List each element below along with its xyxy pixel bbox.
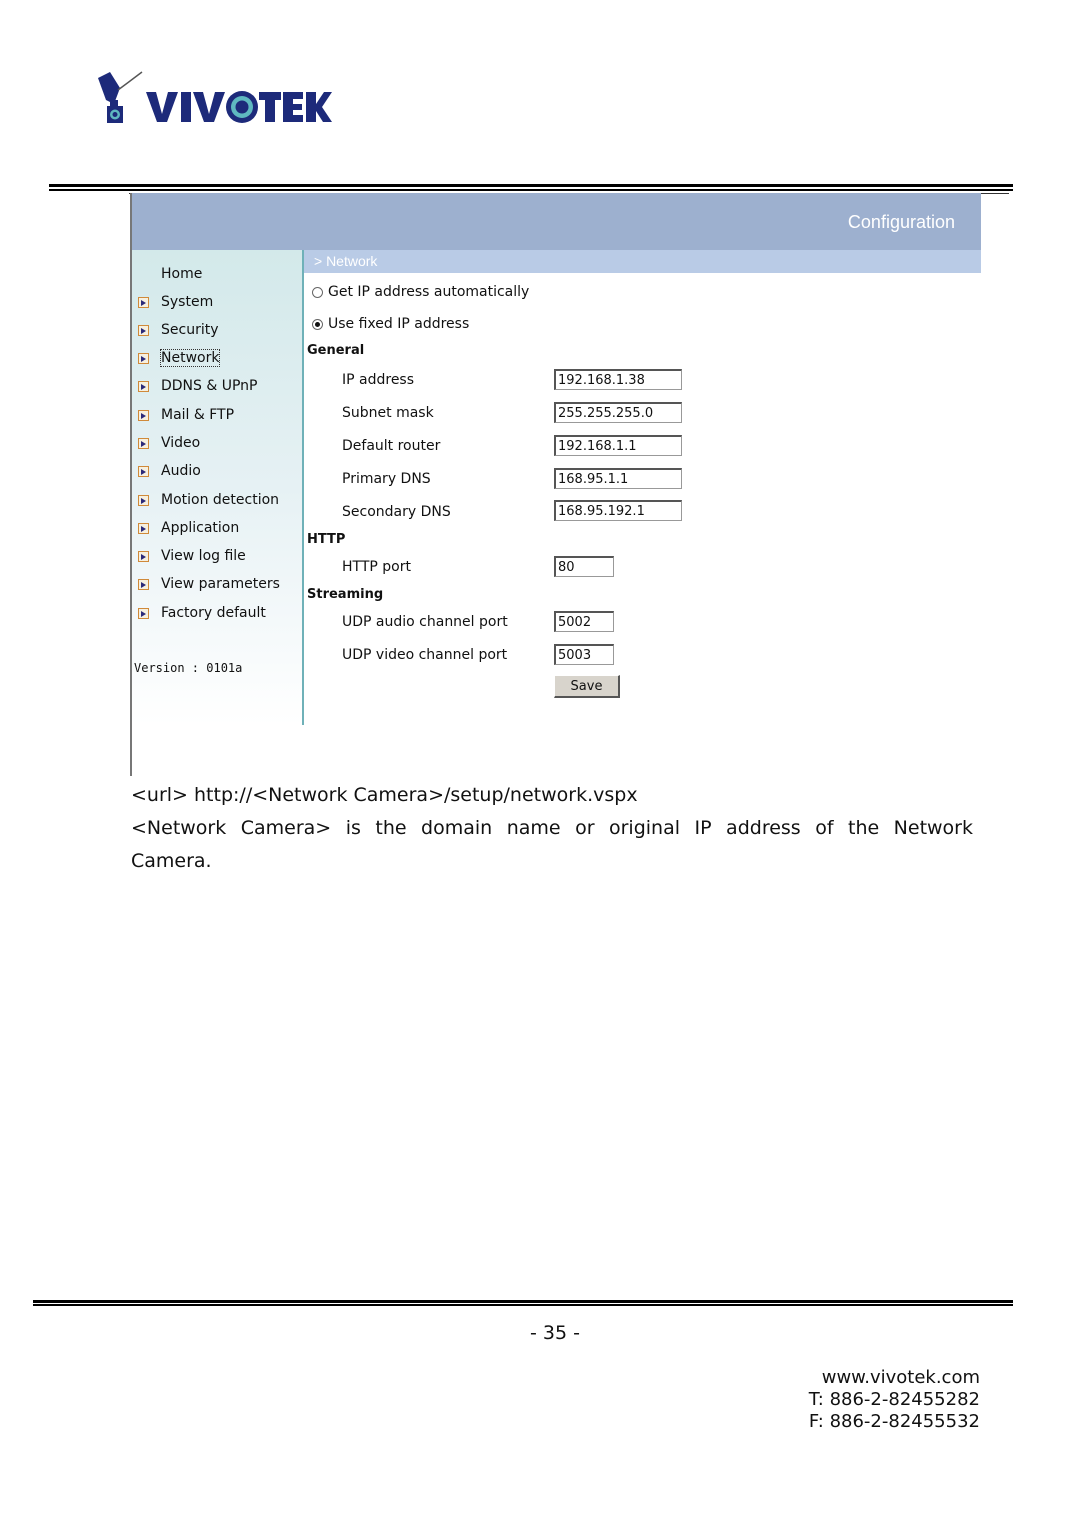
sidebar-item-video[interactable]: Video [138,432,200,454]
footer-rule [33,1300,1013,1306]
default-router-input[interactable] [554,435,682,456]
sidebar-item-label: System [161,294,214,310]
sidebar-item-factory-default[interactable]: Factory default [138,602,266,624]
default-router-label: Default router [342,438,441,454]
sidebar-item-label: Factory default [161,605,266,621]
sidebar-item-system[interactable]: System [138,291,213,313]
udp-audio-port-label: UDP audio channel port [342,614,508,630]
udp-video-port-label: UDP video channel port [342,647,508,663]
sidebar-divider [302,250,304,725]
sidebar-item-label: Video [161,435,201,451]
sidebar-item-label: Audio [161,463,201,479]
section-general: General [307,343,365,358]
arrow-right-icon [138,324,149,336]
udp-audio-port-input[interactable] [554,611,614,632]
sidebar-item-label: Network [159,349,221,367]
radio-label: Use fixed IP address [328,316,470,332]
section-streaming: Streaming [307,587,384,602]
sidebar-item-home[interactable]: Home [138,263,202,285]
sidebar-item-label: Home [161,266,203,282]
description-line-2: Camera. [131,850,212,872]
description-line-1: <Network Camera> is the domain name or o… [131,817,973,839]
arrow-right-icon [138,409,149,421]
subnet-mask-input[interactable] [554,402,682,423]
http-port-input[interactable] [554,556,614,577]
sidebar-item-label: DDNS & UPnP [161,378,258,394]
arrow-right-icon [138,607,149,619]
config-title: Configuration [847,212,955,232]
sidebar-item-label: Mail & FTP [161,407,235,423]
radio-checked-icon[interactable] [312,318,323,330]
vivotek-logo [96,70,332,128]
secondary-dns-label: Secondary DNS [342,504,451,520]
ip-address-input[interactable] [554,369,682,390]
radio-use-fixed-ip[interactable]: Use fixed IP address [312,316,469,332]
sidebar-item-security[interactable]: Security [138,319,219,341]
arrow-right-icon [138,296,149,308]
udp-video-port-input[interactable] [554,644,614,665]
url-line: <url> http://<Network Camera>/setup/netw… [131,784,638,806]
http-port-label: HTTP port [342,559,411,575]
sidebar-item-audio[interactable]: Audio [138,460,201,482]
network-config-screenshot: Configuration Home System Security Netwo… [130,193,981,776]
vivotek-camera-logo-icon [98,71,332,123]
sidebar: Home System Security Network DDNS & UPnP… [132,250,302,725]
radio-unchecked-icon[interactable] [312,286,323,298]
arrow-right-icon [138,494,149,506]
sidebar-item-label: Motion detection [161,492,280,508]
header-rule [49,184,1013,194]
sidebar-item-mail-ftp[interactable]: Mail & FTP [138,404,234,426]
radio-get-ip-auto[interactable]: Get IP address automatically [312,284,529,300]
subnet-mask-label: Subnet mask [342,405,434,421]
sidebar-item-ddns-upnp[interactable]: DDNS & UPnP [138,375,258,397]
section-http: HTTP [307,532,346,547]
save-button[interactable]: Save [554,675,620,698]
phone-number: T: 886-2-82455282 [808,1389,980,1410]
sidebar-item-label: Security [161,322,219,338]
arrow-right-icon [138,380,149,392]
fax-number: F: 886-2-82455532 [808,1411,980,1432]
arrow-right-icon [138,465,149,477]
primary-dns-label: Primary DNS [342,471,431,487]
sidebar-item-view-log-file[interactable]: View log file [138,545,246,567]
sidebar-item-network[interactable]: Network [138,347,221,369]
ip-address-label: IP address [342,372,415,388]
breadcrumb: > Network [314,253,378,269]
sidebar-item-label: View log file [161,548,246,564]
sidebar-item-label: Application [161,520,240,536]
sidebar-item-label: View parameters [161,576,280,592]
sidebar-item-view-parameters[interactable]: View parameters [138,573,280,595]
version-label: Version : 0101a [134,661,243,675]
config-header: Configuration [132,193,981,250]
page-number: - 35 - [530,1322,580,1344]
sidebar-item-application[interactable]: Application [138,517,239,539]
radio-label: Get IP address automatically [328,284,530,300]
arrow-right-icon [138,522,149,534]
arrow-right-icon [138,352,149,364]
breadcrumb-bar: > Network [304,250,981,273]
primary-dns-input[interactable] [554,468,682,489]
arrow-right-icon [138,550,149,562]
secondary-dns-input[interactable] [554,500,682,521]
arrow-right-icon [138,437,149,449]
arrow-right-icon [138,578,149,590]
sidebar-item-motion-detection[interactable]: Motion detection [138,489,279,511]
website-link[interactable]: www.vivotek.com [822,1367,980,1388]
